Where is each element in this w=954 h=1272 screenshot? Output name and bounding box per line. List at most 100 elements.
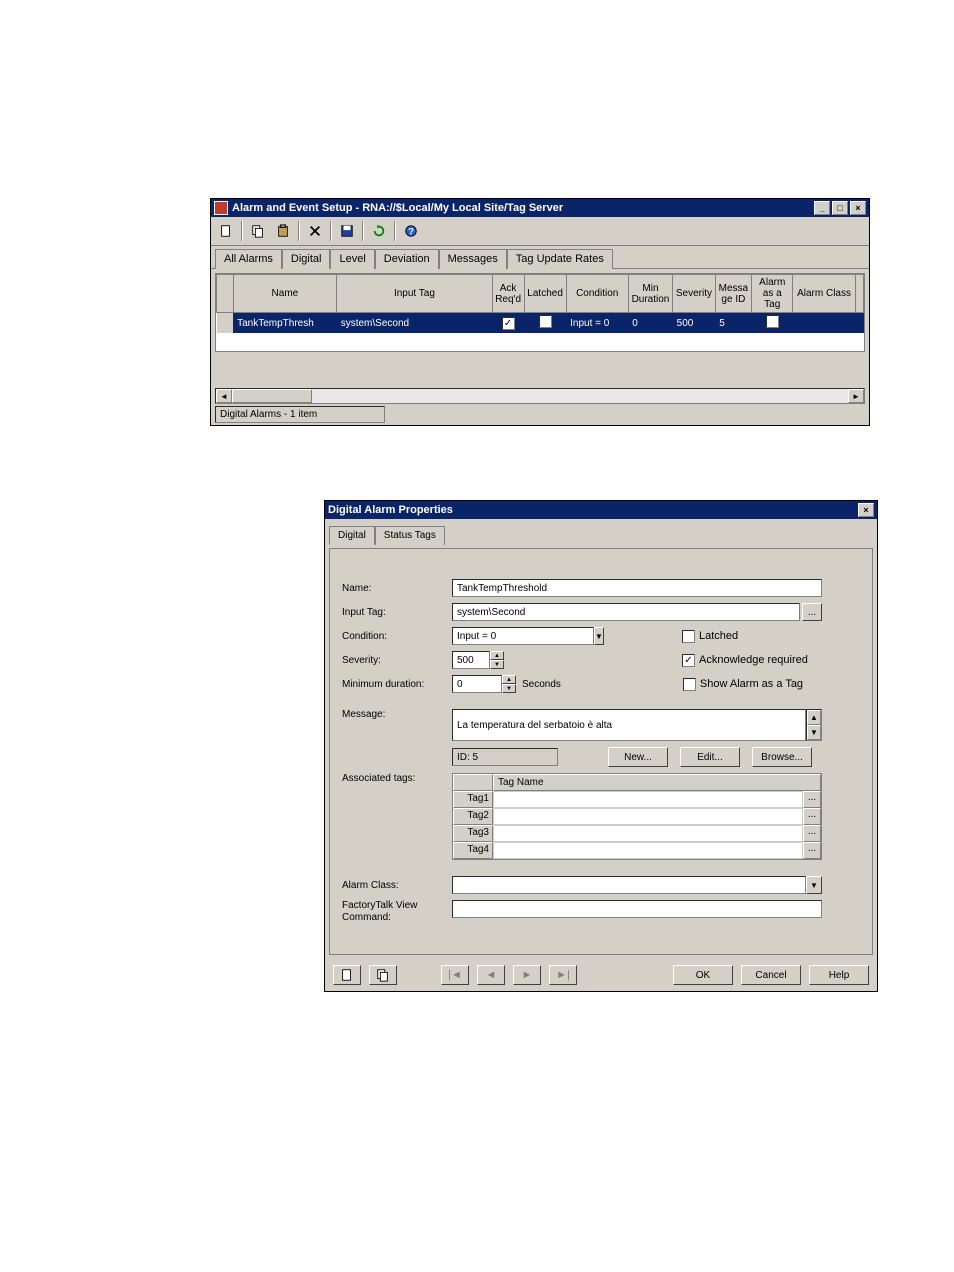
tag-row[interactable]: Tag2... bbox=[453, 808, 821, 825]
cell-input-tag: system\Second bbox=[337, 313, 492, 334]
nav-next-button[interactable]: ► bbox=[513, 965, 541, 985]
col-latched[interactable]: Latched bbox=[524, 275, 566, 313]
chevron-down-icon[interactable]: ▼ bbox=[806, 876, 822, 894]
dialog-button-bar: |◄ ◄ ► ►| OK Cancel Help bbox=[325, 959, 877, 991]
tag-browse-button[interactable]: ... bbox=[803, 842, 821, 859]
table-row[interactable]: TankTempThresh system\Second ✓ Input = 0… bbox=[217, 313, 864, 334]
window-title: Alarm and Event Setup - RNA://$Local/My … bbox=[232, 202, 563, 214]
tag-browse-button[interactable]: ... bbox=[803, 791, 821, 808]
tag-row[interactable]: Tag3... bbox=[453, 825, 821, 842]
input-tag-field[interactable] bbox=[452, 603, 800, 621]
close-button[interactable]: × bbox=[858, 503, 874, 517]
titlebar: Alarm and Event Setup - RNA://$Local/My … bbox=[211, 199, 869, 217]
tab-strip: Digital Status Tags bbox=[329, 525, 873, 544]
cell-alarm-class bbox=[793, 313, 855, 334]
cell-condition: Input = 0 bbox=[566, 313, 628, 334]
tab-level[interactable]: Level bbox=[330, 249, 374, 269]
digital-alarm-properties-window: Digital Alarm Properties × Digital Statu… bbox=[324, 500, 878, 992]
ack-checkbox[interactable]: ✓ bbox=[502, 317, 515, 330]
horizontal-scrollbar[interactable]: ◄ ► bbox=[215, 388, 865, 404]
message-id-display bbox=[452, 748, 558, 766]
message-input[interactable] bbox=[452, 709, 806, 741]
close-button[interactable]: × bbox=[850, 201, 866, 215]
tag-browse-button[interactable]: ... bbox=[803, 825, 821, 842]
min-duration-spinner[interactable]: ▲▼ bbox=[452, 675, 516, 693]
tag-name-header: Tag Name bbox=[493, 774, 821, 791]
cell-min-duration: 0 bbox=[628, 313, 672, 334]
refresh-icon[interactable] bbox=[368, 220, 390, 242]
delete-icon[interactable] bbox=[304, 220, 326, 242]
help-icon[interactable]: ? bbox=[400, 220, 422, 242]
col-input-tag[interactable]: Input Tag bbox=[337, 275, 492, 313]
nav-first-button[interactable]: |◄ bbox=[441, 965, 469, 985]
alarm-grid[interactable]: Name Input Tag Ack Req'd Latched Conditi… bbox=[215, 273, 865, 352]
col-message-id[interactable]: Messa ge ID bbox=[715, 275, 751, 313]
titlebar: Digital Alarm Properties × bbox=[325, 501, 877, 519]
tag-row[interactable]: Tag4... bbox=[453, 842, 821, 859]
spin-up-icon[interactable]: ▲ bbox=[502, 675, 516, 684]
input-tag-browse-button[interactable]: ... bbox=[802, 603, 822, 621]
copy-record-button[interactable] bbox=[369, 965, 397, 985]
latched-checkbox[interactable] bbox=[682, 630, 695, 643]
alarm-as-tag-checkbox[interactable] bbox=[766, 315, 779, 328]
name-input[interactable] bbox=[452, 579, 822, 597]
tab-digital[interactable]: Digital bbox=[329, 526, 375, 545]
save-icon[interactable] bbox=[336, 220, 358, 242]
nav-last-button[interactable]: ►| bbox=[549, 965, 577, 985]
tab-digital[interactable]: Digital bbox=[282, 249, 331, 269]
maximize-button[interactable]: □ bbox=[832, 201, 848, 215]
severity-spinner[interactable]: ▲▼ bbox=[452, 651, 504, 669]
chevron-down-icon[interactable]: ▼ bbox=[594, 627, 604, 645]
condition-select[interactable]: ▼ bbox=[452, 627, 592, 645]
col-condition[interactable]: Condition bbox=[566, 275, 628, 313]
cell-name: TankTempThresh bbox=[233, 313, 337, 334]
tag-browse-button[interactable]: ... bbox=[803, 808, 821, 825]
col-min-duration[interactable]: Min Duration bbox=[628, 275, 672, 313]
associated-tags-label: Associated tags: bbox=[342, 773, 452, 784]
copy-icon[interactable] bbox=[247, 220, 269, 242]
col-alarm-class[interactable]: Alarm Class bbox=[793, 275, 855, 313]
min-duration-label: Minimum duration: bbox=[342, 679, 452, 690]
scroll-left-icon[interactable]: ◄ bbox=[216, 389, 232, 403]
message-label: Message: bbox=[342, 709, 452, 720]
nav-prev-button[interactable]: ◄ bbox=[477, 965, 505, 985]
message-scrollbar[interactable]: ▲▼ bbox=[806, 709, 822, 741]
tab-messages[interactable]: Messages bbox=[439, 249, 507, 269]
col-alarm-as-tag[interactable]: Alarm as a Tag bbox=[752, 275, 793, 313]
toolbar: ? bbox=[211, 217, 869, 246]
cancel-button[interactable]: Cancel bbox=[741, 965, 801, 985]
help-button[interactable]: Help bbox=[809, 965, 869, 985]
scroll-right-icon[interactable]: ► bbox=[848, 389, 864, 403]
tab-deviation[interactable]: Deviation bbox=[375, 249, 439, 269]
name-label: Name: bbox=[342, 583, 452, 594]
app-icon bbox=[214, 201, 228, 215]
tab-status-tags[interactable]: Status Tags bbox=[375, 526, 445, 545]
edit-button[interactable]: Edit... bbox=[680, 747, 740, 767]
ack-required-checkbox[interactable]: ✓ bbox=[682, 654, 695, 667]
latched-checkbox[interactable] bbox=[539, 315, 552, 328]
tab-all-alarms[interactable]: All Alarms bbox=[215, 249, 282, 269]
cell-message-id: 5 bbox=[715, 313, 751, 334]
severity-label: Severity: bbox=[342, 655, 452, 666]
tag-row[interactable]: Tag1... bbox=[453, 791, 821, 808]
spin-down-icon[interactable]: ▼ bbox=[502, 684, 516, 693]
ok-button[interactable]: OK bbox=[673, 965, 733, 985]
condition-label: Condition: bbox=[342, 631, 452, 642]
new-icon[interactable] bbox=[215, 220, 237, 242]
col-severity[interactable]: Severity bbox=[673, 275, 716, 313]
input-tag-label: Input Tag: bbox=[342, 607, 452, 618]
new-button[interactable]: New... bbox=[608, 747, 668, 767]
browse-button[interactable]: Browse... bbox=[752, 747, 812, 767]
new-record-button[interactable] bbox=[333, 965, 361, 985]
spin-up-icon[interactable]: ▲ bbox=[490, 651, 504, 660]
spin-down-icon[interactable]: ▼ bbox=[490, 660, 504, 669]
minimize-button[interactable]: _ bbox=[814, 201, 830, 215]
paste-icon[interactable] bbox=[272, 220, 294, 242]
col-ack-reqd[interactable]: Ack Req'd bbox=[492, 275, 524, 313]
svg-text:?: ? bbox=[408, 227, 414, 238]
ft-command-input[interactable] bbox=[452, 900, 822, 918]
alarm-class-select[interactable]: ▼ bbox=[452, 876, 822, 894]
tab-tag-update-rates[interactable]: Tag Update Rates bbox=[507, 249, 613, 269]
show-alarm-tag-checkbox[interactable] bbox=[683, 678, 696, 691]
col-name[interactable]: Name bbox=[233, 275, 337, 313]
